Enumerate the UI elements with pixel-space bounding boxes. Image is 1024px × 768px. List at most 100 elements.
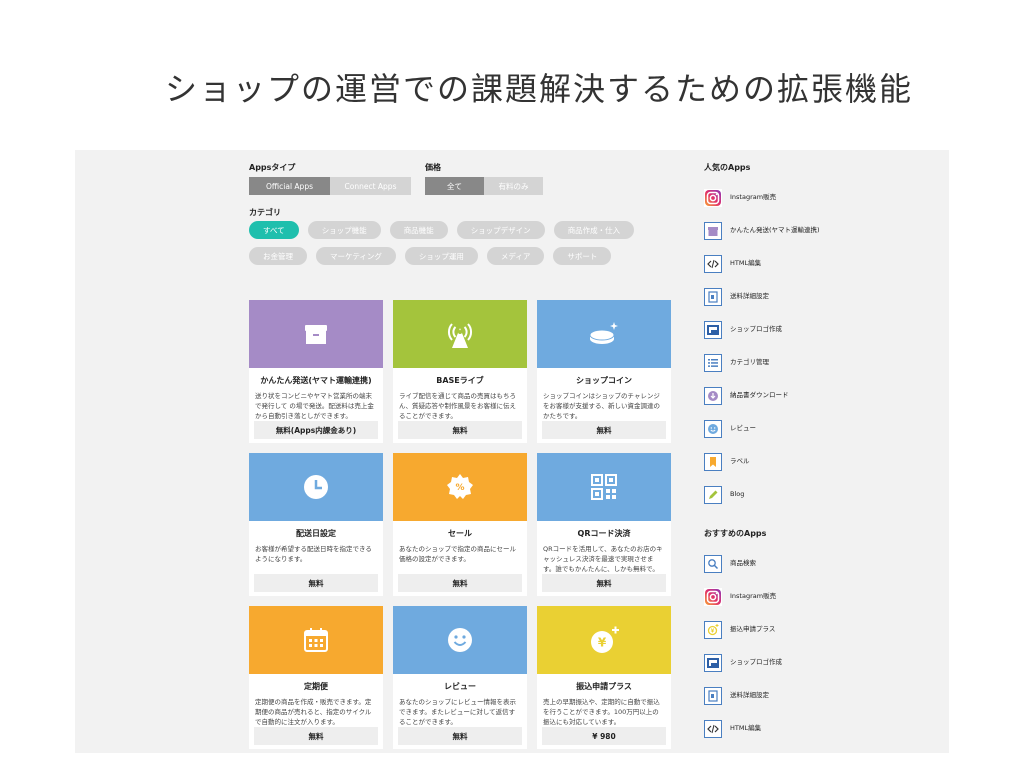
sidebar-item-label: Blog — [730, 490, 745, 498]
svg-text:¥: ¥ — [598, 636, 607, 650]
app-card-title: 振込申請プラス — [576, 682, 632, 691]
live-broadcast-icon — [448, 323, 472, 348]
category-chip-support[interactable]: サポート — [553, 247, 612, 265]
category-chip-shop-design[interactable]: ショップデザイン — [456, 221, 545, 239]
app-card-description: ライブ配信を通じて商品の売買はもちろん、質疑応答や制作風景をお客様に伝えることが… — [399, 392, 516, 420]
sidebar-item-label: Instagram販売 — [730, 592, 777, 600]
yen-coin-plus-icon: ¥ — [707, 623, 719, 635]
app-card-description: お客様が希望する配送日時を指定できるようになります。 — [255, 545, 372, 563]
sidebar-item-product-search[interactable]: 商品検索 — [704, 547, 924, 580]
code-icon — [707, 724, 719, 733]
sidebar-item-category-management[interactable]: カテゴリ管理 — [704, 346, 924, 379]
sidebar-item-label: ラベル — [730, 457, 750, 465]
sidebar-item-instagram[interactable]: Instagram販売 — [704, 181, 924, 214]
search-icon — [708, 558, 719, 569]
sidebar-item-shipping-settings[interactable]: 送料詳細設定 — [704, 679, 924, 712]
sidebar-item-label: ショップロゴ作成 — [730, 325, 782, 333]
sidebar-item-label: Instagram販売 — [730, 193, 777, 201]
calendar-icon — [304, 628, 328, 652]
price-label: 価格 — [425, 163, 441, 172]
flag-icon — [707, 324, 719, 335]
app-card-description: QRコードを活用して、あなたのお店のキャッシュレス決済を最速で実現させます。誰で… — [543, 545, 663, 573]
sidebar-item-label: 商品検索 — [730, 559, 756, 567]
category-chip-marketing[interactable]: マーケティング — [316, 247, 396, 265]
sidebar-item-label: HTML編集 — [730, 724, 762, 732]
recommended-apps-title: おすすめのApps — [704, 529, 767, 538]
app-card-title: BASEライブ — [436, 376, 484, 385]
app-card[interactable]: 定期便 定期便の商品を作成・販売できます。定期便の商品が売れると、指定のサイクル… — [249, 606, 383, 749]
sidebar-item-label: カテゴリ管理 — [730, 358, 769, 366]
app-card-description: あなたのショップにレビュー情報を表示できます。またレビューに対して返信することが… — [399, 698, 516, 726]
smile-icon — [708, 423, 718, 434]
svg-text:¥: ¥ — [711, 628, 715, 634]
sidebar-item-label: ショップロゴ作成 — [730, 658, 782, 666]
category-chip-all[interactable]: すべて — [249, 221, 299, 239]
coin-icon — [589, 322, 618, 344]
package-icon — [305, 325, 327, 344]
recommended-apps-sidebar: おすすめのApps 商品検索 Instagram販売 ¥ 振込申請プラス ショッ… — [704, 528, 924, 745]
discount-badge-icon: % — [447, 474, 473, 499]
category-chip-media[interactable]: メディア — [486, 247, 545, 265]
sidebar-item-html-edit[interactable]: HTML編集 — [704, 712, 924, 745]
app-card-title: レビュー — [444, 682, 476, 691]
app-card[interactable]: % セール あなたのショップで指定の商品にセール価格の設定ができます。 無料 — [393, 453, 527, 596]
sidebar-item-invoice-download[interactable]: 納品書ダウンロード — [704, 379, 924, 412]
instagram-icon — [705, 189, 721, 206]
sidebar-item-instagram[interactable]: Instagram販売 — [704, 580, 924, 613]
sidebar-item-label: 送料詳細設定 — [730, 292, 769, 300]
sidebar-item-label: 納品書ダウンロード — [730, 391, 789, 399]
official-apps-button[interactable]: Official Apps — [249, 177, 330, 195]
app-card-price: 無料 — [398, 574, 522, 592]
download-icon — [708, 390, 718, 401]
smile-icon — [448, 628, 472, 652]
app-card[interactable]: ショップコイン ショップコインはショップのチャレンジをお客様が支援する、新しい資… — [537, 300, 671, 443]
category-chip-shop-operation[interactable]: ショップ運用 — [404, 247, 478, 265]
app-card[interactable]: ¥ 振込申請プラス 売上の早期振込や、定期的に自動で振込を行うことができます。1… — [537, 606, 671, 749]
sidebar-item-blog[interactable]: Blog — [704, 478, 924, 511]
connect-apps-button[interactable]: Connect Apps — [330, 177, 411, 195]
app-card[interactable]: かんたん発送(ヤマト運輸連携) 送り状をコンビニやヤマト営業所の端末で発行して … — [249, 300, 383, 443]
sidebar-item-html-edit[interactable]: HTML編集 — [704, 247, 924, 280]
app-card[interactable]: BASEライブ ライブ配信を通じて商品の売買はもちろん、質疑応答や制作風景をお客… — [393, 300, 527, 443]
category-chip-money[interactable]: お金管理 — [249, 247, 307, 265]
sidebar-item-shipping-settings[interactable]: 送料詳細設定 — [704, 280, 924, 313]
slide-title: ショップの運営での課題解決するための拡張機能 — [165, 70, 914, 108]
sidebar-item-label: レビュー — [730, 424, 756, 432]
apps-type-label: Appsタイプ — [249, 163, 296, 172]
sidebar-item-shop-logo[interactable]: ショップロゴ作成 — [704, 313, 924, 346]
app-card[interactable]: レビュー あなたのショップにレビュー情報を表示できます。またレビューに対して返信… — [393, 606, 527, 749]
popular-apps-title: 人気のApps — [704, 163, 751, 172]
app-card-title: ショップコイン — [576, 376, 632, 385]
category-chip-product-features[interactable]: 商品機能 — [389, 221, 448, 239]
app-card-title: かんたん発送(ヤマト運輸連携) — [260, 376, 372, 385]
app-card-title: QRコード決済 — [577, 529, 631, 538]
sidebar-item-label: かんたん発送(ヤマト運輸連携) — [730, 226, 820, 234]
category-chip-product-creation[interactable]: 商品作成・仕入 — [553, 221, 635, 239]
instagram-icon — [705, 588, 721, 605]
sidebar-item-shop-logo[interactable]: ショップロゴ作成 — [704, 646, 924, 679]
app-card[interactable]: 配送日設定 お客様が希望する配送日時を指定できるようになります。 無料 — [249, 453, 383, 596]
app-card-price: 無料 — [542, 421, 666, 439]
code-icon — [707, 259, 719, 268]
price-all-button[interactable]: 全て — [425, 177, 484, 195]
price-paid-only-button[interactable]: 有料のみ — [484, 177, 543, 195]
sidebar-item-yamato-shipping[interactable]: かんたん発送(ヤマト運輸連携) — [704, 214, 924, 247]
sidebar-item-review[interactable]: レビュー — [704, 412, 924, 445]
price-toggle: 全て 有料のみ — [425, 177, 543, 195]
app-card-price: 無料 — [254, 574, 378, 592]
app-card[interactable]: QRコード決済 QRコードを活用して、あなたのお店のキャッシュレス決済を最速で実… — [537, 453, 671, 596]
package-icon — [708, 226, 718, 236]
app-card-title: 定期便 — [304, 682, 328, 691]
document-icon — [708, 290, 718, 303]
svg-text:%: % — [455, 483, 464, 493]
app-card-grid: かんたん発送(ヤマト運輸連携) 送り状をコンビニやヤマト営業所の端末で発行して … — [249, 300, 671, 749]
app-card-description: 売上の早期振込や、定期的に自動で振込を行うことができます。100万円以上の振込に… — [543, 698, 660, 726]
app-card-price: 無料 — [542, 574, 666, 592]
document-icon — [708, 689, 718, 702]
pencil-icon — [709, 490, 718, 499]
category-chip-shop-features[interactable]: ショップ機能 — [307, 221, 381, 239]
sidebar-item-label-app[interactable]: ラベル — [704, 445, 924, 478]
apps-type-toggle: Official Apps Connect Apps — [249, 177, 411, 195]
sidebar-item-transfer-plus[interactable]: ¥ 振込申請プラス — [704, 613, 924, 646]
category-chips: すべて ショップ機能 商品機能 ショップデザイン 商品作成・仕入 お金管理 マー… — [249, 221, 689, 265]
